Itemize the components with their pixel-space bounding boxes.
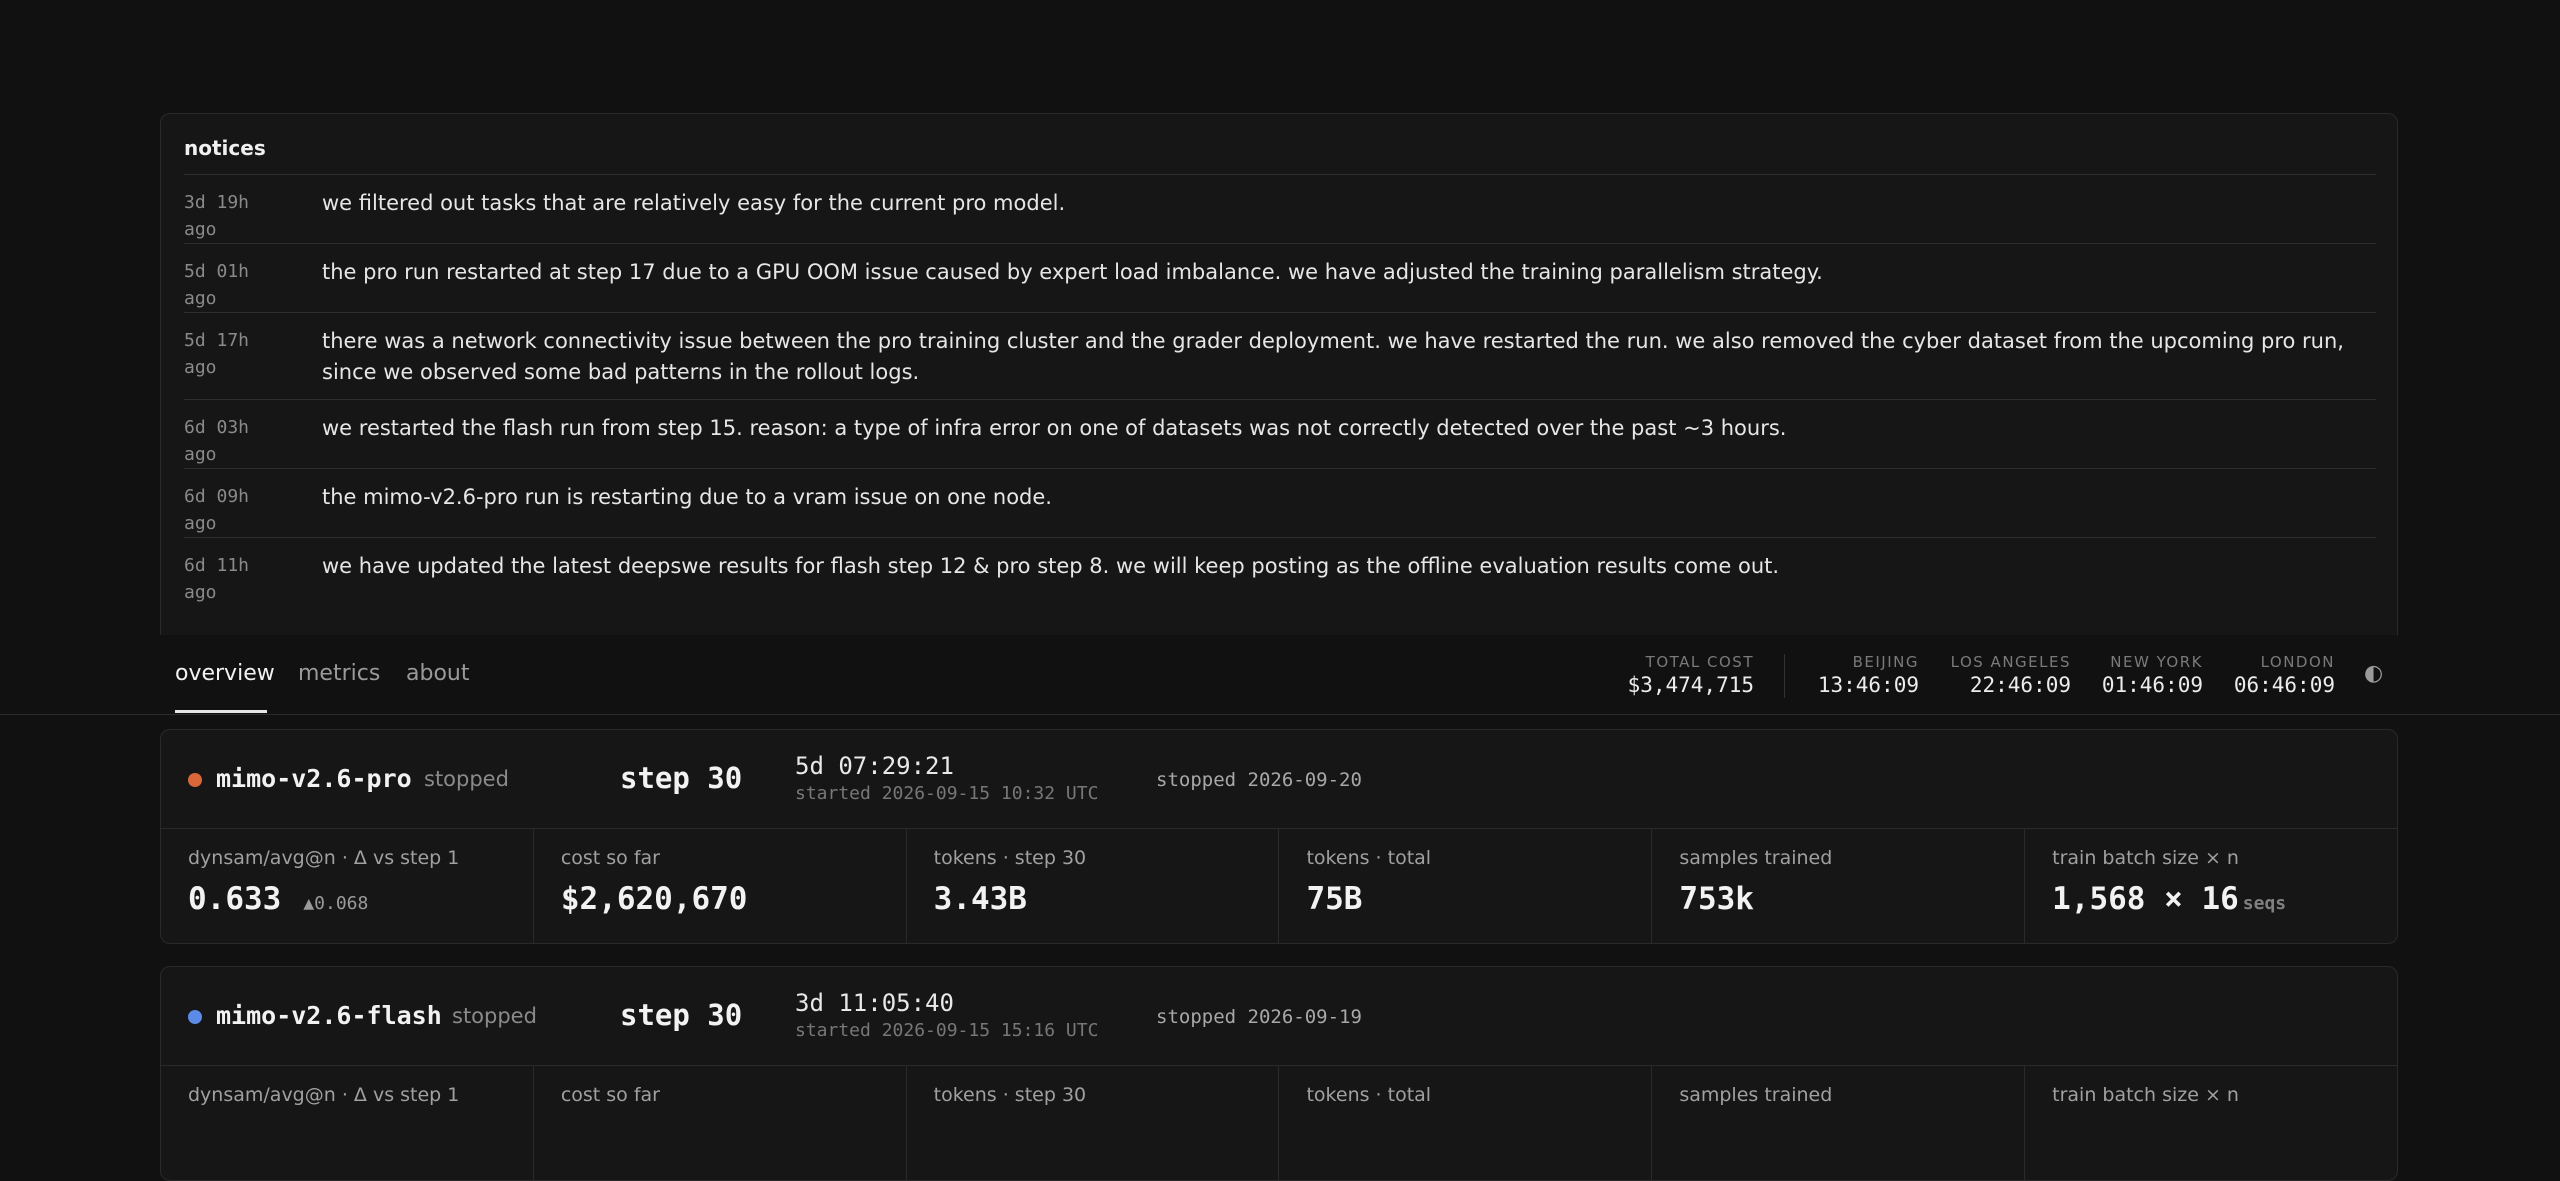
notice-time: 6d 03h ago	[184, 417, 250, 465]
run-step: step 30	[620, 998, 743, 1032]
stat-value-number: 0.633	[188, 881, 282, 917]
top-nav: overview metrics about TOTAL COST $3,474…	[0, 635, 2560, 715]
run-step: step 30	[620, 761, 743, 795]
notice-text: we have updated the latest deepswe resul…	[322, 554, 1780, 578]
stat-tokens-step: tokens · step 30	[907, 1066, 1280, 1180]
run-duration: 3d 11:05:40	[795, 989, 954, 1017]
clock-new-york: NEW YORK 01:46:09	[2102, 653, 2203, 699]
notice-time: 5d 01h ago	[184, 261, 250, 309]
tab-metrics[interactable]: metrics	[298, 661, 380, 686]
nav-divider	[1784, 654, 1785, 698]
run-name: mimo-v2.6-pro	[216, 764, 412, 793]
clock-value: 13:46:09	[1817, 673, 1919, 697]
stat-label: train batch size × n	[2052, 1084, 2239, 1106]
clock-label: LONDON	[2260, 653, 2335, 671]
stat-tokens-step: tokens · step 30 3.43B	[907, 829, 1280, 943]
notice-time: 5d 17h ago	[184, 330, 250, 378]
run-stopped: stopped 2026-09-20	[1156, 769, 1362, 791]
stat-unit: seqs	[2242, 893, 2287, 914]
active-tab-indicator	[175, 710, 267, 713]
run-status: stopped	[452, 1004, 537, 1028]
run-header: mimo-v2.6-flash stopped step 30 3d 11:05…	[161, 967, 2397, 1066]
stat-value: 753k	[1679, 881, 1754, 917]
notice-item: 3d 19h ago we filtered out tasks that ar…	[184, 174, 2376, 243]
stat-label: samples trained	[1679, 1084, 1833, 1106]
stat-samples: samples trained	[1652, 1066, 2026, 1180]
clock-london: LONDON 06:46:09	[2234, 653, 2335, 699]
clock-value: 06:46:09	[2233, 673, 2335, 697]
stat-label: cost so far	[560, 1084, 660, 1106]
stat-label: tokens · total	[1306, 847, 1432, 869]
stat-samples: samples trained 753k	[1652, 829, 2026, 943]
stat-label: dynsam/avg@n · Δ vs step 1	[188, 847, 460, 869]
status-dot-icon	[188, 1010, 202, 1024]
clock-los-angeles: LOS ANGELES 22:46:09	[1951, 653, 2071, 699]
stat-label: train batch size × n	[2052, 847, 2239, 869]
tab-overview[interactable]: overview	[175, 661, 275, 686]
notice-time: 6d 09h ago	[184, 486, 250, 534]
run-stats: dynsam/avg@n · Δ vs step 1 0.633 ▲0.068 c…	[161, 829, 2397, 943]
run-name: mimo-v2.6-flash	[216, 1001, 442, 1030]
stat-cost: cost so far $2,620,670	[534, 829, 907, 943]
notice-item: 6d 11h ago we have updated the latest de…	[184, 537, 2376, 606]
clock-label: BEIJING	[1852, 653, 1919, 671]
total-cost-label: TOTAL COST	[1645, 653, 1754, 671]
run-status: stopped	[424, 767, 509, 791]
run-started: started 2026-09-15 15:16 UTC	[795, 1020, 1099, 1041]
stat-label: tokens · step 30	[933, 1084, 1087, 1106]
notices-panel: notices 3d 19h ago we filtered out tasks…	[160, 113, 2398, 635]
run-card-pro[interactable]: mimo-v2.6-pro stopped step 30 5d 07:29:2…	[160, 729, 2398, 944]
run-header: mimo-v2.6-pro stopped step 30 5d 07:29:2…	[161, 730, 2397, 829]
notice-text: the mimo-v2.6-pro run is restarting due …	[322, 485, 1052, 509]
status-dot-icon	[188, 773, 202, 787]
clock-value: 01:46:09	[2101, 673, 2203, 697]
total-cost: TOTAL COST $3,474,715	[1628, 653, 1754, 699]
stat-batch-size: train batch size × n	[2025, 1066, 2397, 1180]
stat-label: samples trained	[1679, 847, 1833, 869]
notice-time: 6d 11h ago	[184, 555, 250, 603]
run-stopped: stopped 2026-09-19	[1156, 1006, 1362, 1028]
tab-about[interactable]: about	[406, 661, 469, 686]
stat-tokens-total: tokens · total 75B	[1279, 829, 1653, 943]
stat-label: tokens · step 30	[933, 847, 1087, 869]
notice-text: the pro run restarted at step 17 due to …	[322, 260, 1823, 284]
stat-value: 75B	[1306, 881, 1363, 917]
clock-label: LOS ANGELES	[1950, 653, 2071, 671]
stat-value-number: 1,568 × 16	[2052, 881, 2239, 917]
notice-time: 3d 19h ago	[184, 192, 250, 240]
stat-delta: ▲0.068	[303, 893, 369, 914]
theme-toggle-icon[interactable]: ◐	[2364, 661, 2383, 686]
stat-value: $2,620,670	[560, 881, 748, 917]
notice-item: 6d 03h ago we restarted the flash run fr…	[184, 399, 2376, 468]
notice-text: we filtered out tasks that are relativel…	[322, 191, 1066, 215]
stat-value: 1,568 × 16 seqs	[2052, 881, 2286, 917]
notice-item: 5d 17h ago there was a network connectiv…	[184, 312, 2376, 399]
run-stats: dynsam/avg@n · Δ vs step 1 cost so far t…	[161, 1066, 2397, 1180]
stat-tokens-total: tokens · total	[1279, 1066, 1653, 1180]
notice-item: 5d 01h ago the pro run restarted at step…	[184, 243, 2376, 312]
clock-label: NEW YORK	[2110, 653, 2203, 671]
stat-value: 3.43B	[933, 881, 1027, 917]
stat-label: dynsam/avg@n · Δ vs step 1	[188, 1084, 460, 1106]
total-cost-value: $3,474,715	[1627, 673, 1754, 697]
notices-title: notices	[184, 136, 266, 160]
notice-text: we restarted the flash run from step 15.…	[322, 416, 1787, 440]
notice-text: there was a network connectivity issue b…	[322, 329, 2344, 384]
stat-dynsam: dynsam/avg@n · Δ vs step 1	[161, 1066, 534, 1180]
stat-value: 0.633 ▲0.068	[188, 881, 368, 917]
stat-label: cost so far	[560, 847, 660, 869]
clock-value: 22:46:09	[1969, 673, 2071, 697]
notice-item: 6d 09h ago the mimo-v2.6-pro run is rest…	[184, 468, 2376, 537]
clock-beijing: BEIJING 13:46:09	[1818, 653, 1919, 699]
stat-cost: cost so far	[534, 1066, 907, 1180]
stat-batch-size: train batch size × n 1,568 × 16 seqs	[2025, 829, 2397, 943]
stat-label: tokens · total	[1306, 1084, 1432, 1106]
run-card-flash[interactable]: mimo-v2.6-flash stopped step 30 3d 11:05…	[160, 966, 2398, 1181]
run-duration: 5d 07:29:21	[795, 752, 954, 780]
run-started: started 2026-09-15 10:32 UTC	[795, 783, 1099, 804]
notices-list[interactable]: 3d 19h ago we filtered out tasks that ar…	[184, 174, 2376, 606]
stat-dynsam: dynsam/avg@n · Δ vs step 1 0.633 ▲0.068	[161, 829, 534, 943]
